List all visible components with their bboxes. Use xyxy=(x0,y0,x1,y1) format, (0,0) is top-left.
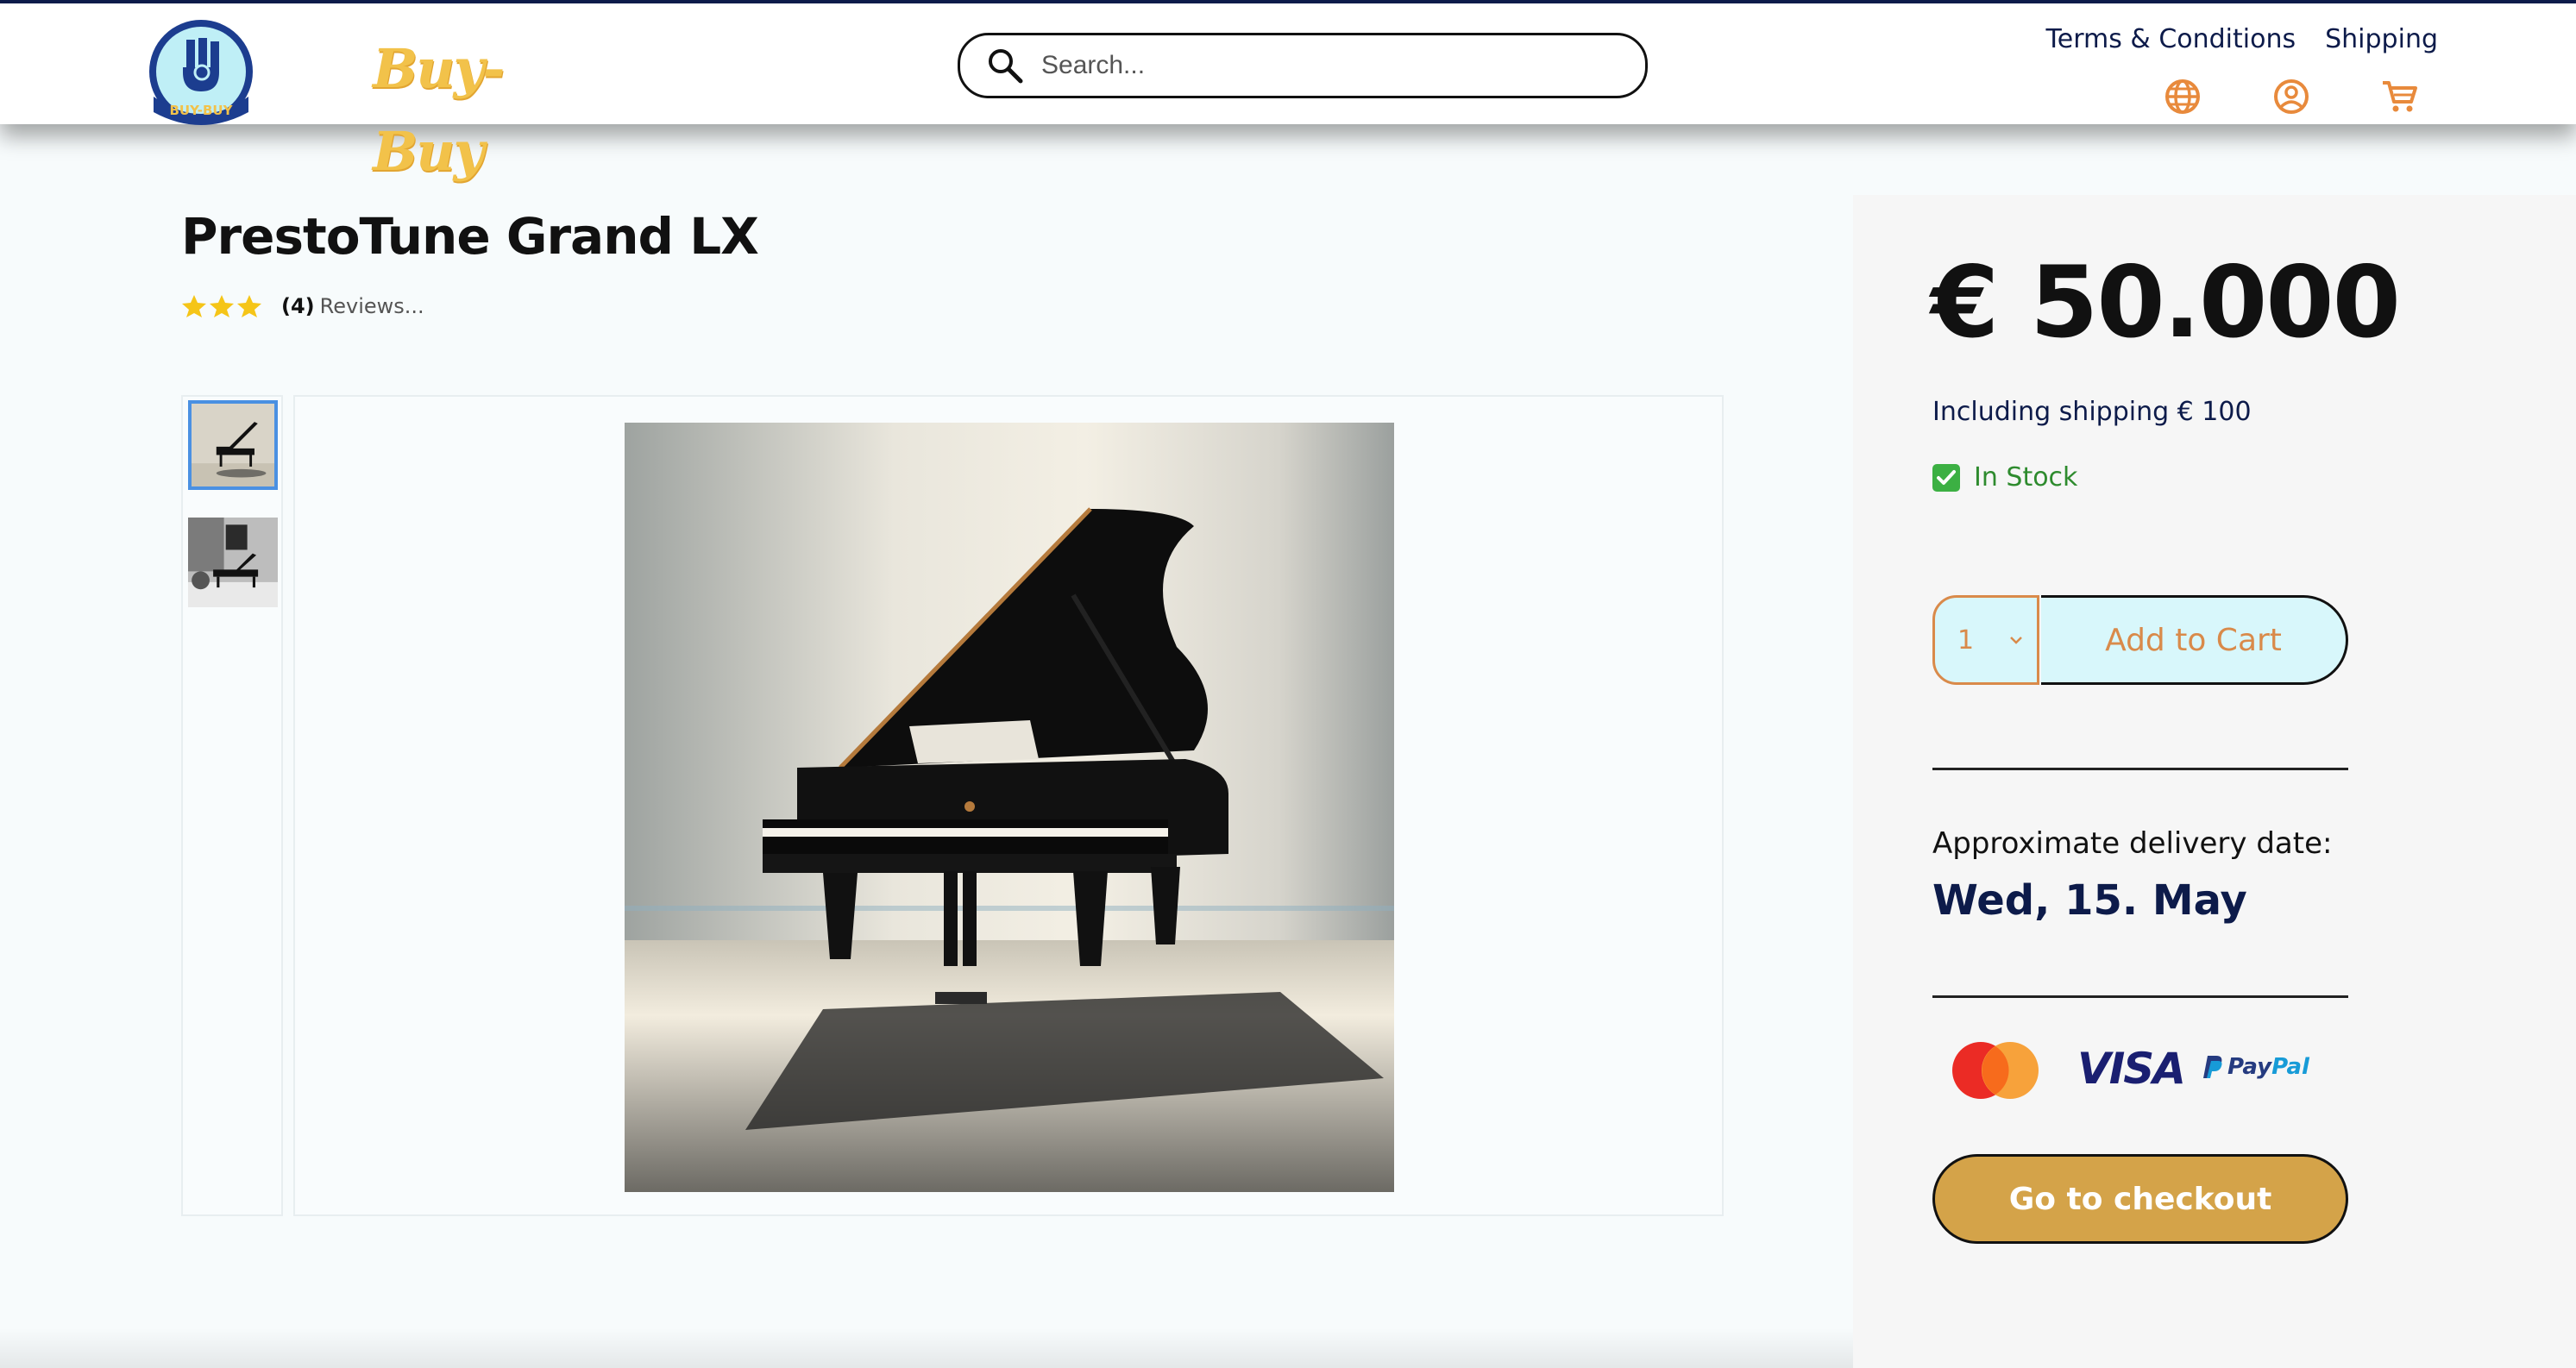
add-to-cart-row: 1 Add to Cart xyxy=(1932,595,2348,685)
user-icon[interactable] xyxy=(2271,76,2312,117)
paypal-text-pal: Pal xyxy=(2271,1054,2309,1080)
terms-link[interactable]: Terms & Conditions xyxy=(2046,24,2296,54)
checkout-button[interactable]: Go to checkout xyxy=(1932,1154,2348,1244)
paypal-icon xyxy=(2203,1056,2222,1078)
logo-icon[interactable]: BUY-BUY xyxy=(145,17,257,126)
quantity-value: 1 xyxy=(1957,624,1975,656)
stock-status: In Stock xyxy=(1932,462,2077,493)
paypal-logo: PayPal xyxy=(2203,1054,2309,1080)
page-bottom-shadow xyxy=(0,1328,1853,1368)
header-icons xyxy=(2162,76,2421,119)
search-input[interactable] xyxy=(1040,50,1645,81)
thumbnail-strip xyxy=(181,395,283,1216)
mastercard-icon xyxy=(1952,1042,2039,1099)
search-bar[interactable] xyxy=(958,33,1648,98)
paypal-text-pay: Pay xyxy=(2227,1054,2272,1080)
delivery-date: Wed, 15. May xyxy=(1932,876,2247,925)
thumbnail-piano-room[interactable] xyxy=(188,518,278,607)
shipping-link[interactable]: Shipping xyxy=(2325,24,2438,54)
visa-logo: VISA xyxy=(2077,1044,2186,1094)
svg-text:BUY-BUY: BUY-BUY xyxy=(170,103,234,118)
divider xyxy=(1932,995,2348,998)
payment-methods: VISA PayPal xyxy=(1948,1035,2353,1109)
star-icon xyxy=(210,295,234,317)
star-rating xyxy=(181,293,262,319)
product-image-grand-piano[interactable] xyxy=(625,423,1394,1192)
cart-icon[interactable] xyxy=(2379,76,2421,117)
reviews-link[interactable]: Reviews... xyxy=(320,294,424,318)
top-links: Terms & Conditions Shipping xyxy=(2046,24,2438,54)
globe-icon[interactable] xyxy=(2162,76,2203,117)
site-header: BUY-BUY Buy-Buy Terms & Conditions Shipp… xyxy=(0,0,2576,183)
chevron-down-icon xyxy=(2010,637,2022,644)
shipping-info: Including shipping € 100 xyxy=(1932,397,2252,427)
piano-thumbnail-image xyxy=(192,404,274,486)
buy-box: € 50.000 Including shipping € 100 In Sto… xyxy=(1853,195,2576,1368)
stock-label: In Stock xyxy=(1974,462,2078,493)
thumbnail-piano-studio[interactable] xyxy=(188,400,278,490)
main-image-frame xyxy=(293,395,1724,1216)
product-price: € 50.000 xyxy=(1931,245,2401,360)
piano-thumbnail-image xyxy=(188,518,278,607)
product-rating: (4) Reviews... xyxy=(181,293,424,319)
search-icon[interactable] xyxy=(986,47,1024,85)
divider xyxy=(1932,768,2348,770)
review-count: (4) xyxy=(281,294,315,318)
check-icon xyxy=(1932,463,1960,492)
star-icon xyxy=(182,295,206,317)
brand-wordmark[interactable]: Buy-Buy xyxy=(373,28,580,183)
product-title: PrestoTune Grand LX xyxy=(181,207,759,266)
quantity-select[interactable]: 1 xyxy=(1932,595,2039,685)
delivery-label: Approximate delivery date: xyxy=(1932,826,2333,861)
star-icon xyxy=(237,295,261,317)
add-to-cart-button[interactable]: Add to Cart xyxy=(2041,595,2348,685)
